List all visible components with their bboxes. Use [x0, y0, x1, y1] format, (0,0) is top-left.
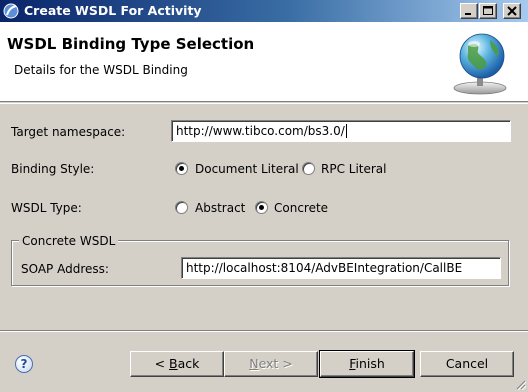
- wsdl-type-concrete-label[interactable]: Concrete: [274, 200, 328, 216]
- soap-address-value: http://localhost:8104/AdvBEIntegration/C…: [186, 261, 463, 275]
- maximize-icon: [483, 6, 493, 15]
- soap-address-input[interactable]: http://localhost:8104/AdvBEIntegration/C…: [181, 257, 501, 279]
- binding-rpc-literal-radio[interactable]: [302, 162, 315, 175]
- binding-style-label: Binding Style:: [11, 162, 95, 176]
- binding-document-literal-label[interactable]: Document Literal: [195, 161, 299, 177]
- back-button[interactable]: < Back: [130, 351, 224, 377]
- help-icon[interactable]: ?: [15, 355, 33, 373]
- back-mnemonic: B: [169, 356, 178, 371]
- wsdl-type-label: WSDL Type:: [11, 201, 82, 215]
- window-title: Create WSDL For Activity: [24, 3, 202, 18]
- target-namespace-input[interactable]: http://www.tibco.com/bs3.0/: [171, 120, 511, 142]
- page-subtitle: Details for the WSDL Binding: [14, 63, 188, 77]
- close-icon: [507, 6, 517, 16]
- next-rest: ext >: [258, 356, 293, 371]
- back-prefix: <: [154, 356, 170, 371]
- next-button[interactable]: Next >: [224, 351, 318, 377]
- wizard-header: WSDL Binding Type Selection Details for …: [0, 22, 528, 102]
- binding-rpc-literal-label[interactable]: RPC Literal: [321, 161, 387, 177]
- binding-document-literal-radio[interactable]: [175, 162, 188, 175]
- header-divider: [0, 103, 528, 104]
- wsdl-type-abstract-radio[interactable]: [175, 201, 188, 214]
- next-mnemonic: N: [249, 356, 259, 371]
- concrete-wsdl-legend: Concrete WSDL: [19, 234, 119, 248]
- minimize-icon: [465, 13, 471, 15]
- window-titlebar[interactable]: Create WSDL For Activity: [0, 0, 528, 22]
- text-caret: [345, 124, 347, 138]
- wsdl-type-concrete-radio[interactable]: [255, 201, 268, 214]
- back-rest: ack: [177, 356, 200, 371]
- globe-service-icon: [453, 33, 507, 95]
- page-title: WSDL Binding Type Selection: [7, 35, 255, 53]
- maximize-button[interactable]: [479, 3, 497, 19]
- target-namespace-value: http://www.tibco.com/bs3.0/: [176, 124, 345, 138]
- target-namespace-label: Target namespace:: [11, 125, 126, 139]
- resize-grip-icon[interactable]: [514, 378, 526, 390]
- close-button[interactable]: [503, 3, 521, 19]
- footer-divider-highlight: [0, 331, 528, 332]
- cancel-button[interactable]: Cancel: [420, 351, 514, 377]
- app-icon: [3, 3, 19, 19]
- wsdl-type-abstract-label[interactable]: Abstract: [195, 200, 245, 216]
- finish-rest: inish: [355, 356, 385, 371]
- soap-address-label: SOAP Address:: [21, 262, 109, 276]
- finish-button[interactable]: Finish: [319, 350, 415, 378]
- minimize-button[interactable]: [460, 3, 478, 19]
